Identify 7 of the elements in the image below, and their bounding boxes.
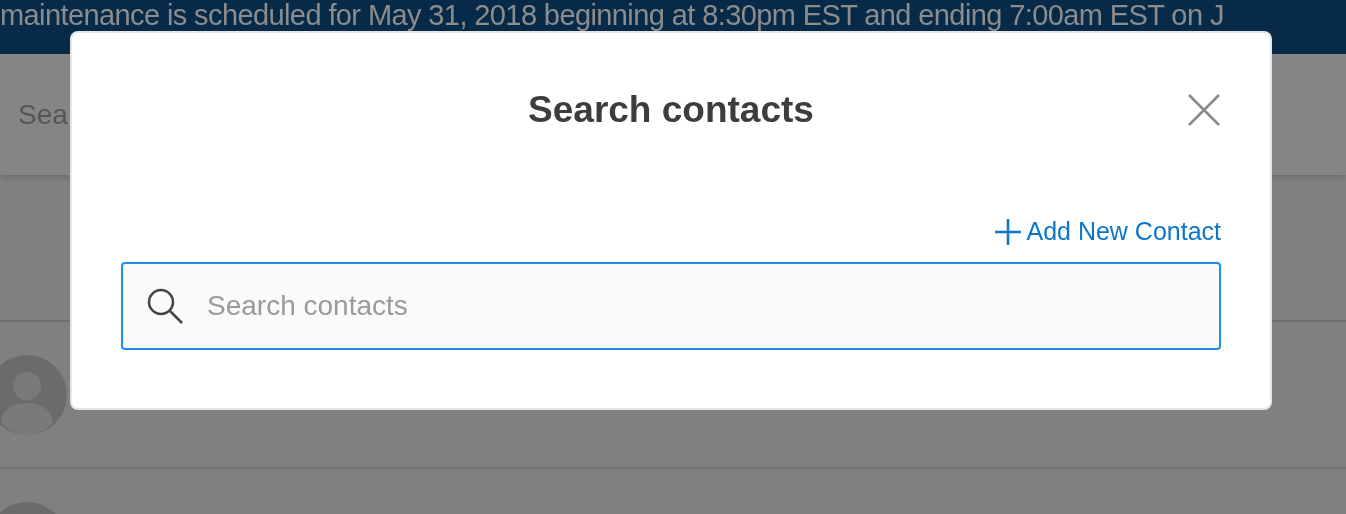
maintenance-notice: maintenance is scheduled for May 31, 2018 beginning at 8:30pm EST and ending 7:00am EST on J: [0, 0, 1224, 31]
plus-icon: [994, 217, 1023, 246]
close-button[interactable]: [1187, 93, 1221, 127]
search-icon: [146, 287, 184, 325]
dialog-title: Search contacts: [527, 89, 815, 131]
add-contact-link[interactable]: Add New Contact: [994, 217, 1221, 246]
search-field[interactable]: Search contacts: [121, 262, 1221, 350]
